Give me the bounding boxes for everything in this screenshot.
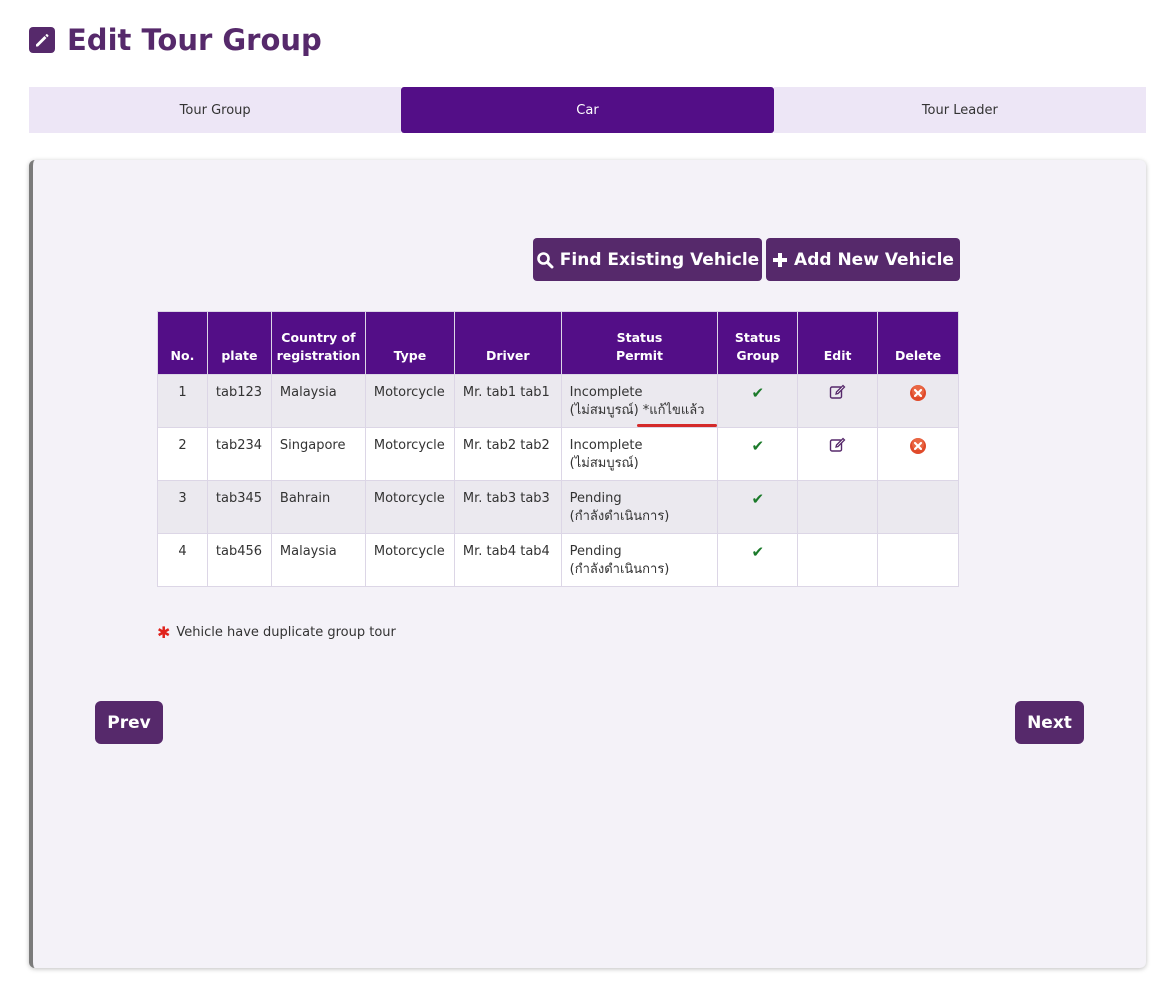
asterisk-icon: ✱ (157, 623, 171, 642)
header-status-permit: Status Permit (560, 311, 719, 375)
cell-driver: Mr. tab3 tab3 (453, 480, 562, 534)
cell-no: 1 (157, 374, 208, 428)
table-header-row: No. plate Country of registration Type Dr… (157, 311, 959, 375)
check-icon: ✔ (751, 543, 765, 561)
edit-icon[interactable] (829, 384, 847, 404)
cell-plate: tab456 (206, 533, 272, 587)
cell-status-permit: Incomplete (ไม่สมบูรณ์) (560, 427, 719, 481)
cell-type: Motorcycle (364, 427, 455, 481)
cell-status-group: ✔ (717, 374, 799, 428)
status-text-th: (ไม่สมบูรณ์) (569, 456, 639, 471)
add-new-vehicle-button[interactable]: Add New Vehicle (766, 238, 960, 281)
status-text: Incomplete (569, 438, 643, 453)
header-delete: Delete (877, 311, 959, 375)
cell-country: Bahrain (270, 480, 366, 534)
prev-button[interactable]: Prev (95, 701, 163, 744)
plus-icon (772, 252, 788, 268)
header-edit: Edit (797, 311, 879, 375)
cell-type: Motorcycle (364, 533, 455, 587)
cell-plate: tab123 (206, 374, 272, 428)
cell-no: 3 (157, 480, 208, 534)
cell-delete (877, 374, 959, 428)
status-text: Pending (569, 491, 622, 506)
tab-tour-leader[interactable]: Tour Leader (773, 87, 1146, 133)
tab-bar: Tour Group Car Tour Leader (29, 87, 1146, 133)
cell-country: Malaysia (270, 533, 366, 587)
cell-driver: Mr. tab4 tab4 (453, 533, 562, 587)
edit-icon[interactable] (829, 437, 847, 457)
vehicle-table: No. plate Country of registration Type Dr… (157, 311, 959, 587)
check-icon: ✔ (751, 437, 765, 455)
cell-type: Motorcycle (364, 374, 455, 428)
add-new-vehicle-label: Add New Vehicle (794, 249, 954, 270)
cell-status-group: ✔ (717, 533, 799, 587)
tab-tour-group[interactable]: Tour Group (29, 87, 402, 133)
delete-icon[interactable] (909, 438, 927, 459)
status-text-th: (ไม่สมบูรณ์) (569, 403, 639, 418)
duplicate-note-text: Vehicle have duplicate group tour (176, 625, 396, 640)
edited-marker: *แก้ไขแล้ว (636, 403, 717, 427)
tab-car[interactable]: Car (401, 87, 774, 133)
check-icon: ✔ (751, 384, 765, 402)
next-label: Next (1027, 712, 1072, 733)
table-row: 1 tab123 Malaysia Motorcycle Mr. tab1 ta… (157, 374, 959, 428)
cell-edit (797, 427, 879, 481)
cell-status-group: ✔ (717, 480, 799, 534)
find-existing-vehicle-button[interactable]: Find Existing Vehicle (533, 238, 762, 281)
check-icon: ✔ (751, 490, 765, 508)
header-country: Country of registration (270, 311, 366, 375)
cell-type: Motorcycle (364, 480, 455, 534)
table-row: 4 tab456 Malaysia Motorcycle Mr. tab4 ta… (157, 533, 959, 587)
status-text: Incomplete (569, 385, 643, 400)
cell-status-group: ✔ (717, 427, 799, 481)
cell-no: 2 (157, 427, 208, 481)
cell-status-permit: Pending (กำลังดำเนินการ) (560, 533, 719, 587)
header-driver: Driver (453, 311, 562, 375)
cell-status-permit: Incomplete (ไม่สมบูรณ์) *แก้ไขแล้ว (560, 374, 719, 428)
status-text: Pending (569, 544, 622, 559)
cell-delete (877, 480, 959, 534)
cell-edit (797, 480, 879, 534)
search-icon (536, 251, 554, 269)
cell-edit (797, 374, 879, 428)
header-type: Type (364, 311, 455, 375)
table-row: 2 tab234 Singapore Motorcycle Mr. tab2 t… (157, 427, 959, 481)
cell-no: 4 (157, 533, 208, 587)
cell-country: Singapore (270, 427, 366, 481)
cell-driver: Mr. tab2 tab2 (453, 427, 562, 481)
duplicate-note: ✱ Vehicle have duplicate group tour (157, 623, 396, 642)
cell-plate: tab345 (206, 480, 272, 534)
page-title: Edit Tour Group (67, 23, 322, 57)
header-status-group: Status Group (717, 311, 799, 375)
cell-delete (877, 533, 959, 587)
next-button[interactable]: Next (1015, 701, 1084, 744)
cell-status-permit: Pending (กำลังดำเนินการ) (560, 480, 719, 534)
header-plate: plate (206, 311, 272, 375)
cell-driver: Mr. tab1 tab1 (453, 374, 562, 428)
page-header: Edit Tour Group (29, 20, 322, 60)
cell-plate: tab234 (206, 427, 272, 481)
cell-edit (797, 533, 879, 587)
table-row: 3 tab345 Bahrain Motorcycle Mr. tab3 tab… (157, 480, 959, 534)
status-text-th: (กำลังดำเนินการ) (569, 562, 670, 577)
edit-pencil-icon (29, 27, 55, 53)
find-existing-vehicle-label: Find Existing Vehicle (559, 249, 760, 270)
prev-label: Prev (107, 712, 151, 733)
header-no: No. (157, 311, 208, 375)
status-text-th: (กำลังดำเนินการ) (569, 509, 670, 524)
cell-country: Malaysia (270, 374, 366, 428)
delete-icon[interactable] (909, 385, 927, 406)
cell-delete (877, 427, 959, 481)
